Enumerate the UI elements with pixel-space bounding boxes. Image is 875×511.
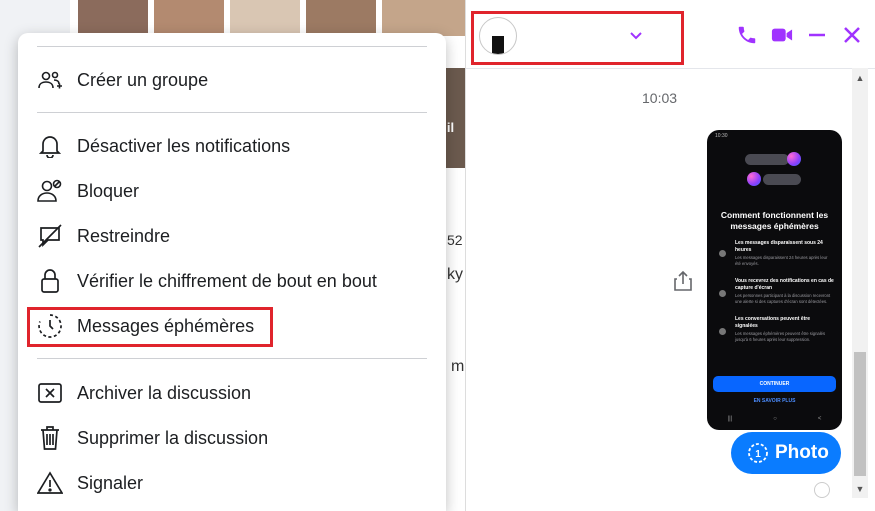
screenshot-learn-more-link: EN SAVOIR PLUS [753,398,796,404]
seen-avatar [814,482,830,498]
background-thumbnail [154,0,224,36]
shared-screenshot-image[interactable]: 10:30 Comment fonctionnent les messages … [707,130,842,430]
status-bar-time: 10:30 [715,133,728,139]
close-icon[interactable] [839,22,865,48]
screenshot-info-block: Les messages disparaissent sous 24 heure… [735,240,828,266]
background-text: m [451,358,465,375]
clock-icon [719,250,726,257]
svg-text:1: 1 [755,449,761,460]
menu-divider [37,46,427,47]
background-thumbnail [230,0,300,36]
highlight-box [471,11,684,65]
conversation-options-menu: Créer un groupe Désactiver les notificat… [18,33,446,511]
menu-item-mute-notifications[interactable]: Désactiver les notifications [18,126,446,166]
screenshot-nav-bar: ||| ○ < [727,416,822,422]
view-once-icon: 1 [747,442,769,464]
background-thumbnail [306,0,376,36]
background-text: 52 [447,232,463,248]
background-thumbnail [78,0,148,36]
view-once-photo-message[interactable]: 1 Photo [731,432,841,474]
screenshot-title: Comment fonctionnent les messages éphémè… [720,210,829,231]
menu-item-report[interactable]: Signaler [18,463,446,503]
highlight-box [27,307,273,347]
warning-icon [37,470,63,496]
screenshot-notification-icon [719,290,726,297]
screenshot-info-block: Vous recevrez des notifications en cas d… [735,278,834,304]
minimize-icon[interactable] [804,22,830,48]
share-icon[interactable] [673,270,693,292]
trash-icon [37,425,63,451]
scrollbar-thumb[interactable] [854,352,866,476]
menu-item-verify-encryption[interactable]: Vérifier le chiffrement de bout en bout [18,261,446,301]
block-user-icon [37,178,63,204]
message-timestamp: 10:03 [642,90,678,106]
background-text: ky [447,266,463,283]
menu-item-restrict[interactable]: Restreindre [18,216,446,256]
menu-item-label: Vérifier le chiffrement de bout en bout [77,270,377,291]
menu-item-archive[interactable]: Archiver la discussion [18,373,446,413]
chat-window: ▲ ▼ 10:03 10:30 Comment fonctionnent les… [465,0,875,511]
screenshot-continue-button: CONTINUER [713,376,836,392]
menu-item-label: Désactiver les notifications [77,135,291,156]
video-call-icon[interactable] [769,22,795,48]
bell-icon [37,133,63,159]
restrict-icon [37,223,63,249]
menu-item-create-group[interactable]: Créer un groupe [18,60,446,100]
menu-item-delete[interactable]: Supprimer la discussion [18,418,446,458]
menu-item-label: Supprimer la discussion [77,427,269,448]
menu-divider [37,112,427,113]
background-thumbnail [382,0,465,36]
menu-divider [37,358,427,359]
scroll-down-arrow[interactable]: ▼ [854,483,866,495]
chat-header [466,0,875,69]
menu-item-label: Créer un groupe [77,69,209,90]
shield-icon [719,328,726,335]
menu-item-label: Bloquer [77,180,140,201]
menu-item-label: Signaler [77,472,144,493]
disappearing-messages-illustration [745,152,809,192]
scroll-up-arrow[interactable]: ▲ [854,72,866,84]
archive-icon [37,380,63,406]
menu-item-block[interactable]: Bloquer [18,171,446,211]
lock-icon [37,268,63,294]
screenshot-info-block: Les conversations peuvent être signalées… [735,316,826,342]
phone-icon[interactable] [734,22,760,48]
menu-item-label: Restreindre [77,225,171,246]
photo-label: Photo [775,442,829,463]
menu-item-label: Archiver la discussion [77,382,252,403]
create-group-icon [37,67,63,93]
